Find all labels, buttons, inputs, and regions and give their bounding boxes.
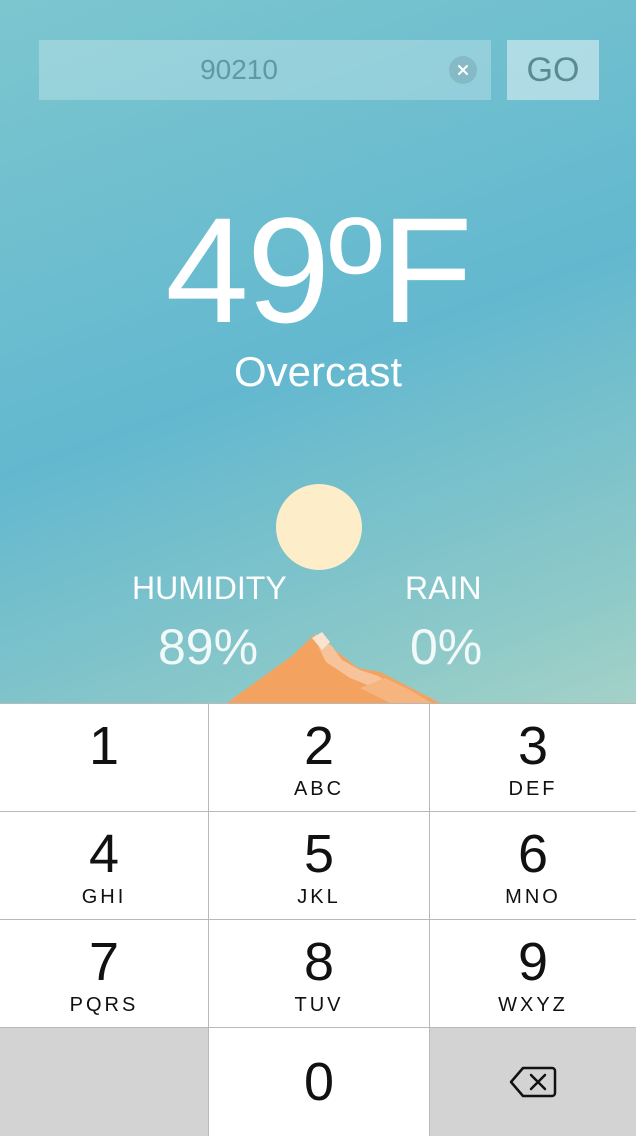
key-digit: 5 (303, 824, 335, 884)
key-5[interactable]: 5 JKL (209, 812, 429, 919)
key-letters: PQRS (69, 994, 139, 1016)
key-4[interactable]: 4 GHI (0, 812, 208, 919)
key-letters: JKL (297, 886, 341, 908)
condition: Overcast (233, 348, 403, 395)
go-button[interactable]: GO (507, 40, 599, 100)
delete-key[interactable] (430, 1028, 636, 1136)
key-blank (0, 1028, 208, 1136)
backspace-icon (509, 1066, 557, 1098)
temperature: 49ºF (165, 186, 472, 354)
key-digit: 1 (88, 716, 120, 776)
key-digit: 7 (88, 932, 120, 992)
key-2[interactable]: 2 ABC (209, 704, 429, 811)
key-letters: MNO (505, 886, 561, 908)
key-digit: 3 (517, 716, 549, 776)
key-digit: 9 (517, 932, 549, 992)
rain-label: RAIN (405, 570, 482, 606)
sun-icon (276, 484, 362, 570)
key-letters: WXYZ (498, 994, 568, 1016)
key-digit: 2 (303, 716, 335, 776)
clear-circle-icon[interactable] (449, 56, 477, 84)
zip-input[interactable] (39, 40, 439, 100)
numeric-keypad: 1 2 ABC 3 DEF 4 GHI 5 JKL 6 MNO 7 PQRS 8 (0, 703, 636, 1136)
key-8[interactable]: 8 TUV (209, 920, 429, 1027)
key-3[interactable]: 3 DEF (430, 704, 636, 811)
key-letters: ABC (293, 778, 345, 800)
key-letters: TUV (294, 994, 344, 1016)
search-bar: GO (39, 40, 599, 100)
mountain-illustration (220, 632, 450, 708)
zip-field[interactable] (39, 40, 491, 100)
key-letters: DEF (508, 778, 558, 800)
key-digit: 4 (88, 824, 120, 884)
key-digit: 0 (303, 1052, 335, 1112)
key-7[interactable]: 7 PQRS (0, 920, 208, 1027)
weather-app: GO 49ºF Overcast HUMIDITY 89% RAIN 0% 1 … (0, 0, 636, 1136)
key-digit: 6 (517, 824, 549, 884)
key-6[interactable]: 6 MNO (430, 812, 636, 919)
key-digit: 8 (303, 932, 335, 992)
key-0[interactable]: 0 (209, 1028, 429, 1136)
humidity-label: HUMIDITY (132, 570, 287, 606)
key-9[interactable]: 9 WXYZ (430, 920, 636, 1027)
key-1[interactable]: 1 (0, 704, 208, 811)
key-letters: GHI (81, 886, 127, 908)
